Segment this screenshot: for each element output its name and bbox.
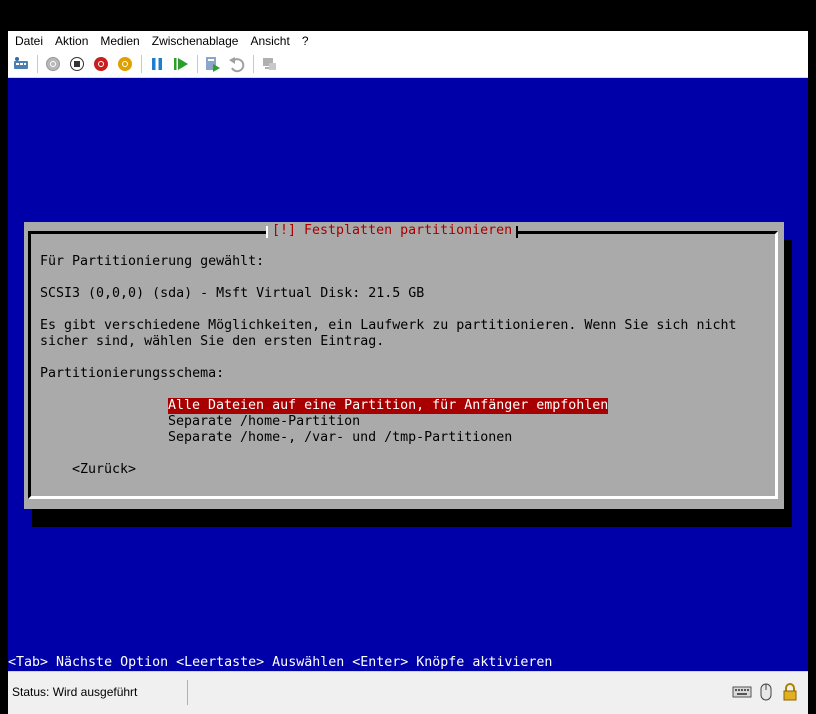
vm-screen[interactable]: [!] Festplatten partitionieren Für Parti…: [8, 78, 808, 671]
description-line-2: sicher sind, wählen Sie den ersten Eintr…: [40, 334, 385, 349]
menu-bar: Datei Aktion Medien Zwischenablage Ansic…: [8, 31, 808, 51]
revert-icon[interactable]: [227, 54, 247, 74]
shutdown-icon[interactable]: [91, 54, 111, 74]
toolbar-separator: [37, 55, 38, 73]
toolbar-separator: [253, 55, 254, 73]
keyboard-icon: [732, 682, 752, 702]
menu-medien[interactable]: Medien: [94, 31, 145, 51]
status-bar: Status: Wird ausgeführt: [8, 671, 808, 714]
status-icons: [732, 682, 800, 702]
option-separate-home-var-tmp[interactable]: Separate /home-, /var- und /tmp-Partitio…: [168, 430, 512, 446]
status-text: Status: Wird ausgeführt: [12, 685, 138, 699]
checkpoint-icon[interactable]: [203, 54, 223, 74]
option-separate-home[interactable]: Separate /home-Partition: [168, 414, 360, 430]
dialog-title: [!] Festplatten partitionieren: [265, 223, 519, 239]
dialog-frame-inner: [30, 233, 776, 497]
start-icon[interactable]: [43, 54, 63, 74]
scheme-label: Partitionierungsschema:: [40, 366, 225, 381]
option-all-in-one-partition[interactable]: Alle Dateien auf eine Partition, für Anf…: [168, 398, 609, 414]
description-line-1: Es gibt verschiedene Möglichkeiten, ein …: [40, 318, 737, 333]
pause-icon[interactable]: [147, 54, 167, 74]
menu-help[interactable]: ?: [296, 31, 315, 51]
mouse-icon: [756, 682, 776, 702]
vm-connection-window: Datei Aktion Medien Zwischenablage Ansic…: [8, 31, 808, 714]
menu-aktion[interactable]: Aktion: [49, 31, 94, 51]
reset-icon[interactable]: [171, 54, 191, 74]
ctrl-alt-del-icon[interactable]: [11, 54, 31, 74]
keyboard-hint-line: <Tab> Nächste Option <Leertaste> Auswähl…: [8, 654, 808, 671]
save-icon[interactable]: [115, 54, 135, 74]
menu-zwischenablage[interactable]: Zwischenablage: [146, 31, 245, 51]
lock-icon: [780, 682, 800, 702]
enhanced-session-icon[interactable]: [259, 54, 279, 74]
toolbar-separator: [141, 55, 142, 73]
disk-info: SCSI3 (0,0,0) (sda) - Msft Virtual Disk:…: [40, 286, 425, 301]
selected-disk-label: Für Partitionierung gewählt:: [40, 254, 265, 269]
toolbar: [8, 51, 808, 78]
back-button[interactable]: <Zurück>: [72, 462, 136, 478]
toolbar-separator: [197, 55, 198, 73]
dialog-frame: [28, 231, 778, 499]
partition-dialog: [!] Festplatten partitionieren Für Parti…: [24, 222, 784, 509]
status-separator: [187, 680, 188, 705]
menu-datei[interactable]: Datei: [8, 31, 49, 51]
turn-off-icon[interactable]: [67, 54, 87, 74]
menu-ansicht[interactable]: Ansicht: [244, 31, 295, 51]
